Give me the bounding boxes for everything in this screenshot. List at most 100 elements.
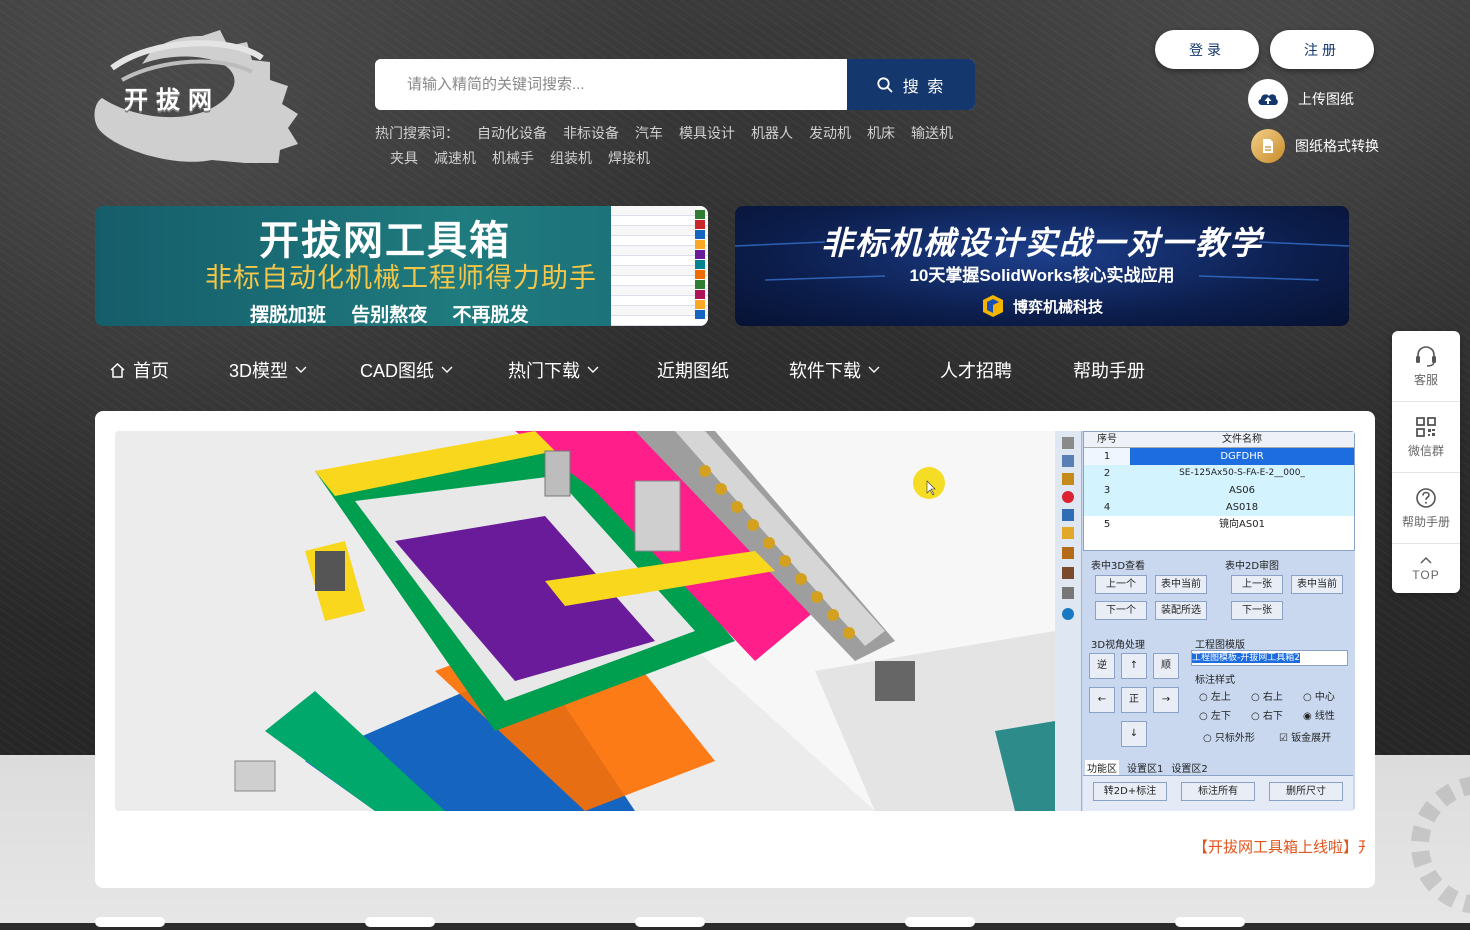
nav-help[interactable]: 帮助手册 (1073, 357, 1145, 383)
table-row[interactable]: 2 SE-125Ax50-S-FA-E-2__000_ (1084, 465, 1354, 482)
hot-keyword[interactable]: 输送机 (911, 121, 953, 146)
row-file-name: 镜向AS01 (1219, 519, 1265, 530)
nav-label: 热门下载 (508, 361, 581, 381)
logo-text: 开拔网 (124, 87, 220, 114)
row-number: 2 (1103, 468, 1111, 479)
row-number: 3 (1103, 485, 1111, 496)
annotate-all-button[interactable]: 标注所有 (1181, 782, 1255, 801)
nav-jobs[interactable]: 人才招聘 (940, 357, 1012, 383)
checkbox-label: 钣金展开 (1291, 733, 1332, 744)
nav-hot-downloads[interactable]: 热门下载 (508, 357, 599, 383)
current-sheet-button[interactable]: 表中当前 (1291, 575, 1343, 594)
search-input[interactable] (375, 59, 847, 110)
hot-keyword[interactable]: 机械手 (492, 146, 534, 171)
solidworks-course-banner[interactable]: 非标机械设计实战一对一教学 10天掌握SolidWorks核心实战应用 博弈机械… (735, 206, 1349, 326)
hot-keyword[interactable]: 焊接机 (608, 146, 650, 171)
prev-sheet-button[interactable]: 上一张 (1231, 575, 1283, 594)
question-icon (1416, 487, 1436, 508)
row-file-name: AS06 (1229, 485, 1255, 496)
table-row[interactable]: 1 DGFDHR (1084, 448, 1354, 465)
hot-search: 热门搜索词： 自动化设备 非标设备 汽车 模具设计 机器人 发动机 机床 输送机 夹具 减速机 机械… (375, 121, 985, 171)
register-button[interactable]: 注册 (1270, 30, 1374, 69)
panel-tabs: 功能区 设置区1 设置区2 (1085, 760, 1208, 775)
table-row[interactable]: 5 镜向AS01 (1084, 516, 1354, 533)
color-swatch-strip (695, 210, 705, 319)
floating-side-panel: 客服 微信群 帮助手册 TOP (1392, 331, 1460, 593)
nav-software-downloads[interactable]: 软件下载 (789, 357, 880, 383)
panel-tab[interactable]: 设置区2 (1171, 760, 1207, 775)
back-to-top-button[interactable]: TOP (1392, 544, 1460, 594)
hot-keyword[interactable]: 夹具 (390, 146, 418, 171)
outline-only-radio[interactable]: ○ 只标外形 (1203, 729, 1255, 744)
hot-keyword[interactable]: 机器人 (751, 121, 793, 146)
radio-option-selected[interactable]: ◉ 线性 (1303, 707, 1335, 722)
chevron-down-icon (295, 366, 307, 373)
chevron-down-icon (587, 366, 599, 373)
toolbox-banner[interactable]: 开拔网工具箱 非标自动化机械工程师得力助手 摆脱加班 告别熬夜 不再脱发 (95, 206, 708, 326)
hot-keyword[interactable]: 非标设备 (563, 121, 619, 146)
customer-service-button[interactable]: 客服 (1392, 331, 1460, 402)
next-button[interactable]: 下一个 (1095, 601, 1147, 620)
hot-keyword[interactable]: 发动机 (809, 121, 851, 146)
upload-drawing-link[interactable]: 上传图纸 (1248, 79, 1354, 119)
carousel-slide[interactable]: 序号 文件名称 1 DGFDHR 2 SE-125Ax50-S-FA-E-2__00… (115, 431, 1355, 811)
headset-icon (1416, 345, 1436, 367)
announcement-ticker[interactable]: 【开拔网工具箱上线啦】开 (1193, 836, 1365, 857)
hot-keyword[interactable]: 模具设计 (679, 121, 735, 146)
table-row[interactable]: 4 AS018 (1084, 499, 1354, 516)
hot-keyword[interactable]: 机床 (867, 121, 895, 146)
row-number: 4 (1103, 502, 1111, 513)
view-rotate-ccw-button[interactable]: 逆 (1089, 653, 1115, 679)
card-stub (365, 917, 435, 927)
banner-subtitle: 非标自动化机械工程师得力助手 (205, 263, 597, 293)
template-select[interactable]: 工程图模板-开拔网工具箱2 (1191, 650, 1348, 666)
panel-tab[interactable]: 功能区 (1085, 760, 1119, 775)
radio-label: 右下 (1262, 711, 1283, 722)
row-file-name: DGFDHR (1130, 448, 1354, 465)
view-right-button[interactable]: → (1153, 687, 1179, 713)
wechat-group-button[interactable]: 微信群 (1392, 402, 1460, 473)
radio-option[interactable]: ○ 中心 (1303, 688, 1335, 703)
panel-tab[interactable]: 设置区1 (1127, 760, 1163, 775)
help-manual-button[interactable]: 帮助手册 (1392, 473, 1460, 544)
view-front-button[interactable]: 正 (1121, 687, 1147, 713)
radio-option[interactable]: ○ 左下 (1199, 707, 1231, 722)
sheet-unfold-checkbox[interactable]: ☑ 钣金展开 (1279, 729, 1331, 744)
nav-home[interactable]: 首页 (109, 357, 169, 383)
view-left-button[interactable]: ← (1089, 687, 1115, 713)
cad-model-image (115, 431, 1055, 811)
next-sheet-button[interactable]: 下一张 (1231, 601, 1283, 620)
nav-3d-models[interactable]: 3D模型 (229, 357, 307, 383)
current-button[interactable]: 表中当前 (1155, 575, 1207, 594)
login-button[interactable]: 登录 (1155, 30, 1259, 69)
hot-keyword[interactable]: 自动化设备 (477, 121, 547, 146)
radio-option[interactable]: ○ 右下 (1251, 707, 1283, 722)
hot-keyword[interactable]: 组装机 (550, 146, 592, 171)
group-label: 标注样式 (1195, 675, 1235, 686)
hot-keyword[interactable]: 减速机 (434, 146, 476, 171)
radio-option[interactable]: ○ 左上 (1199, 688, 1231, 703)
view-down-button[interactable]: ↓ (1121, 721, 1147, 747)
hot-keyword[interactable]: 汽车 (635, 121, 663, 146)
view-rotate-cw-button[interactable]: 顺 (1153, 653, 1179, 679)
convert-2d-button[interactable]: 转2D+标注 (1093, 782, 1167, 801)
nav-recent-drawings[interactable]: 近期图纸 (657, 357, 729, 383)
prev-button[interactable]: 上一个 (1095, 575, 1147, 594)
delete-dimensions-button[interactable]: 删所尺寸 (1269, 782, 1343, 801)
main-nav: 首页 3D模型 CAD图纸 热门下载 近期图纸 软件下载 人才招聘 帮助手册 (95, 350, 1145, 390)
nav-cad-drawings[interactable]: CAD图纸 (360, 357, 453, 383)
gear-decoration-icon (1411, 776, 1470, 914)
nav-label: 软件下载 (789, 361, 862, 381)
format-convert-label: 图纸格式转换 (1295, 138, 1379, 154)
format-convert-link[interactable]: 图纸格式转换 (1251, 129, 1379, 163)
table-row[interactable]: 3 AS06 (1084, 482, 1354, 499)
assembly-button[interactable]: 装配所选 (1155, 601, 1207, 620)
site-logo[interactable]: 开拔网 (92, 28, 307, 166)
radio-option[interactable]: ○ 右上 (1251, 688, 1283, 703)
view-up-button[interactable]: ↑ (1121, 653, 1147, 679)
side-label: 帮助手册 (1401, 514, 1450, 529)
side-label: TOP (1412, 567, 1440, 582)
radio-label: 中心 (1314, 692, 1335, 703)
search-button[interactable]: 搜 索 (847, 59, 975, 110)
radio-label: 只标外形 (1214, 733, 1255, 744)
